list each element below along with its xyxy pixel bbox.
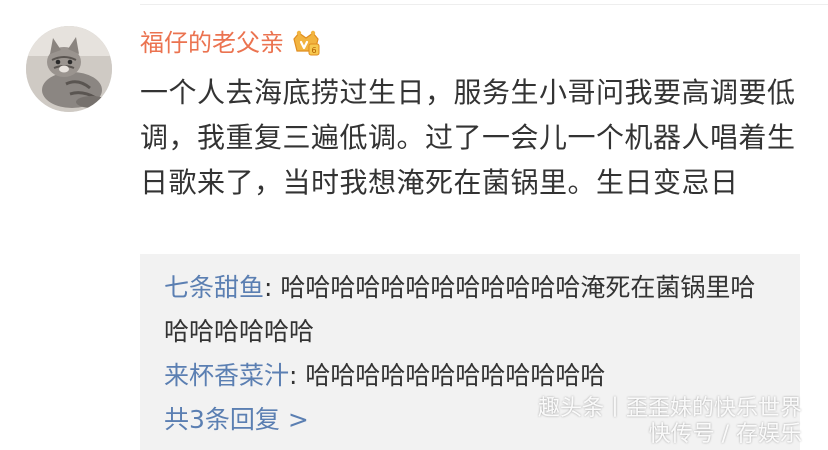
post-body-text: 一个人去海底捞过生日，服务生小哥问我要高调要低调，我重复三遍低调。过了一会儿一个…	[140, 76, 796, 199]
vip-crown-icon[interactable]: 6	[290, 29, 322, 57]
reply-separator: :	[264, 273, 281, 302]
watermark: 趣头条丨歪歪妹的快乐世界 快传号 / 存娱乐	[538, 396, 802, 448]
reply-item[interactable]: 来杯香菜汁: 哈哈哈哈哈哈哈哈哈哈哈哈	[164, 354, 776, 398]
cat-avatar-icon	[26, 26, 112, 112]
svg-text:6: 6	[311, 46, 316, 55]
watermark-line-1: 趣头条丨歪歪妹的快乐世界	[537, 396, 802, 421]
top-divider	[140, 4, 828, 5]
post-header: 福仔的老父亲 6	[140, 26, 322, 60]
watermark-line-2: 快传号 / 存娱乐	[648, 422, 802, 447]
reply-item[interactable]: 七条甜鱼: 哈哈哈哈哈哈哈哈哈哈哈哈淹死在菌锅里哈哈哈哈哈哈哈	[164, 266, 776, 354]
reply-username[interactable]: 七条甜鱼	[164, 273, 264, 302]
reply-username[interactable]: 来杯香菜汁	[164, 361, 289, 390]
reply-separator: :	[289, 361, 306, 390]
reply-text: 哈哈哈哈哈哈哈哈哈哈哈哈	[305, 361, 606, 390]
username-link[interactable]: 福仔的老父亲	[140, 26, 284, 60]
avatar[interactable]	[26, 26, 112, 112]
